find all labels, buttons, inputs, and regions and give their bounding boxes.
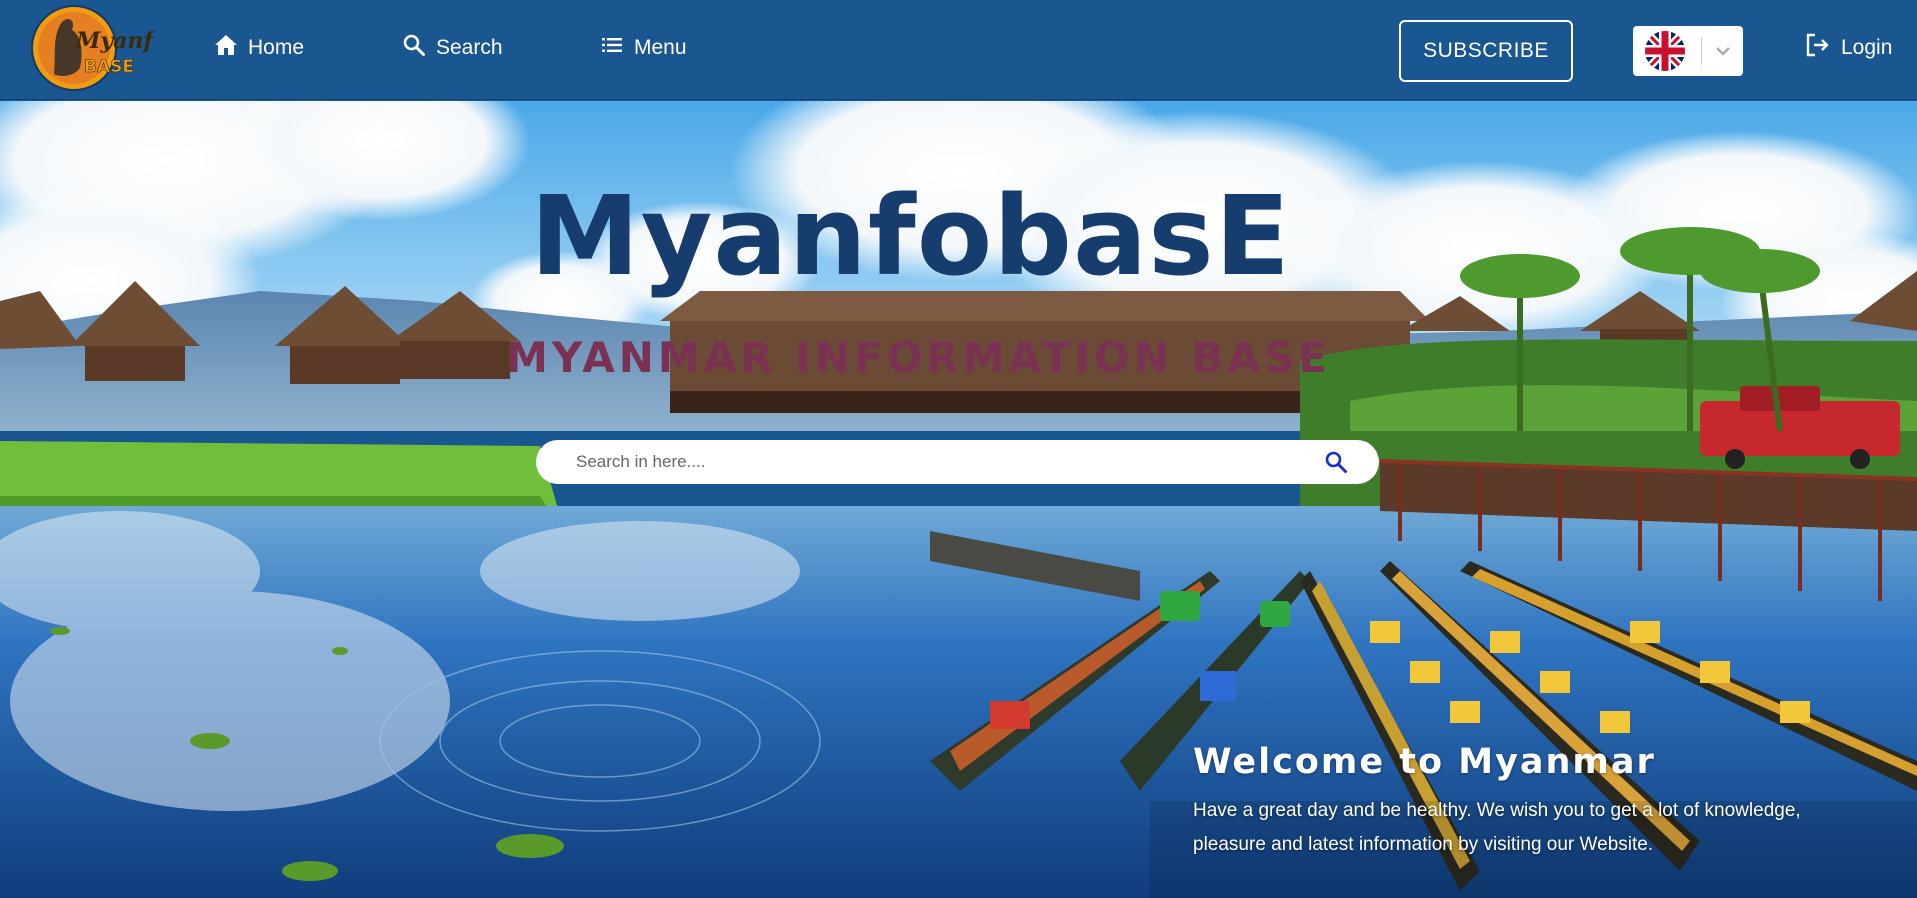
login-icon bbox=[1805, 32, 1831, 64]
welcome-text: Have a great day and be healthy. We wish… bbox=[1193, 800, 1801, 855]
nav-home-label: Home bbox=[248, 36, 305, 59]
login-label: Login bbox=[1841, 36, 1893, 59]
site-logo[interactable]: Myanfo BASE bbox=[24, 4, 168, 92]
nav-menu-label: Menu bbox=[634, 36, 687, 59]
nav-search-label: Search bbox=[436, 36, 503, 59]
language-selector[interactable] bbox=[1633, 26, 1743, 76]
svg-text:BASE: BASE bbox=[84, 57, 134, 77]
divider bbox=[1701, 37, 1702, 65]
list-icon bbox=[600, 33, 624, 63]
nav-menu-link[interactable]: Menu bbox=[600, 30, 687, 66]
svg-text:Myanfo: Myanfo bbox=[75, 28, 154, 54]
hero-subtitle: MYANMAR INFORMATION BASE bbox=[506, 333, 1331, 382]
search-icon bbox=[402, 33, 426, 63]
uk-flag-icon bbox=[1645, 31, 1685, 71]
login-link[interactable]: Login bbox=[1805, 30, 1892, 66]
search-icon bbox=[1325, 451, 1347, 473]
subscribe-button[interactable]: SUBSCRIBE bbox=[1399, 20, 1573, 82]
welcome-heading: Welcome to Myanmar bbox=[1193, 742, 1656, 782]
hero-search-bar bbox=[536, 440, 1379, 484]
search-input[interactable] bbox=[576, 442, 1321, 482]
nav-home-link[interactable]: Home bbox=[214, 30, 304, 66]
home-icon bbox=[214, 33, 238, 63]
search-submit-button[interactable] bbox=[1321, 447, 1351, 477]
nav-search-link[interactable]: Search bbox=[402, 30, 503, 66]
hero-title: MyanfobasE bbox=[530, 172, 1291, 300]
chevron-down-icon bbox=[1714, 42, 1732, 60]
hero-section: MyanfobasE MYANMAR INFORMATION BASE Welc… bbox=[0, 101, 1917, 898]
top-navbar: Myanfo BASE Home Search Menu SUBSCRIBE bbox=[0, 0, 1917, 100]
